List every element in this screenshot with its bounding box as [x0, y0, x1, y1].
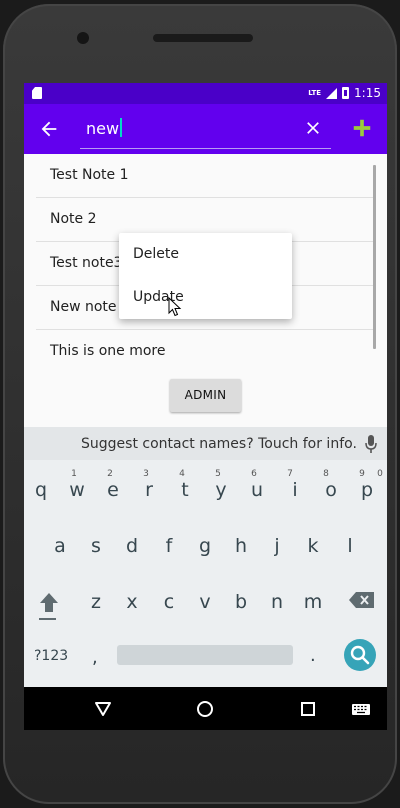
status-icons: LTE 1:15 [308, 86, 381, 100]
note-title: This is one more [50, 343, 166, 359]
key-o[interactable]: o [316, 479, 346, 501]
key-p[interactable]: p [352, 479, 382, 501]
key-k[interactable]: k [298, 535, 328, 557]
key-h[interactable]: h [226, 535, 256, 557]
period-key[interactable]: . [310, 645, 316, 666]
plus-icon[interactable] [351, 117, 373, 139]
key-hint: 6 [251, 469, 257, 479]
earpiece [153, 34, 253, 42]
key-u[interactable]: u [242, 479, 272, 501]
key-hint: 1 [71, 469, 77, 479]
sim-card-icon [32, 87, 42, 99]
shift-indicator [39, 618, 56, 620]
circle-home-icon[interactable] [195, 699, 215, 719]
network-type-label: LTE [308, 88, 322, 97]
status-time: 1:15 [354, 86, 381, 100]
signal-icon [326, 87, 338, 99]
key-d[interactable]: d [117, 535, 147, 557]
shift-icon[interactable] [39, 592, 59, 614]
battery-icon [342, 87, 350, 99]
status-bar: LTE 1:15 [24, 83, 387, 104]
key-t[interactable]: t [170, 479, 200, 501]
key-v[interactable]: v [190, 591, 220, 613]
key-hint: 5 [215, 469, 221, 479]
triangle-back-icon[interactable] [93, 699, 113, 719]
comma-key[interactable]: , [92, 647, 98, 668]
note-title: Test Note 1 [50, 167, 129, 183]
key-e[interactable]: e [98, 479, 128, 501]
key-j[interactable]: j [262, 535, 292, 557]
key-c[interactable]: c [154, 591, 184, 613]
screen: LTE 1:15 new Test Note 1 Note 2 Test not… [24, 83, 387, 730]
menu-item-label: Delete [133, 246, 179, 262]
key-a[interactable]: a [45, 535, 75, 557]
front-camera [77, 32, 89, 44]
note-title: Test note3 [50, 255, 123, 271]
keyboard-icon[interactable] [350, 699, 372, 719]
search-input-value: new [86, 119, 120, 138]
microphone-icon[interactable] [365, 435, 377, 453]
key-hint: 8 [323, 469, 329, 479]
search-icon [350, 645, 370, 665]
suggestion-strip[interactable]: Suggest contact names? Touch for info. [24, 427, 387, 460]
backspace-icon[interactable] [349, 592, 374, 608]
context-menu: Delete Update [119, 233, 292, 319]
arrow-left-icon[interactable] [38, 118, 60, 140]
search-underline [80, 148, 331, 149]
app-bar: new [24, 104, 387, 154]
list-scrollbar[interactable] [373, 165, 376, 349]
menu-item-update[interactable]: Update [119, 276, 292, 319]
key-hint: 7 [287, 469, 293, 479]
square-recents-icon[interactable] [298, 699, 318, 719]
key-r[interactable]: r [134, 479, 164, 501]
text-cursor [120, 118, 123, 137]
suggestion-text: Suggest contact names? Touch for info. [81, 436, 357, 452]
note-title: Note 2 [50, 211, 97, 227]
space-bar[interactable] [117, 645, 293, 665]
key-q[interactable]: q [26, 479, 56, 501]
key-m[interactable]: m [298, 591, 328, 613]
key-hint: 2 [107, 469, 113, 479]
soft-keyboard: Suggest contact names? Touch for info. 1… [24, 427, 387, 687]
search-key[interactable] [344, 639, 376, 671]
search-input[interactable]: new [86, 118, 123, 138]
note-row[interactable]: Test Note 1 [36, 154, 374, 198]
phone-frame: LTE 1:15 new Test Note 1 Note 2 Test not… [3, 4, 397, 804]
symbols-key[interactable]: ?123 [34, 648, 68, 664]
key-i[interactable]: i [280, 479, 310, 501]
close-icon[interactable] [303, 118, 323, 138]
mouse-pointer-icon [168, 297, 182, 317]
key-x[interactable]: x [117, 591, 147, 613]
key-z[interactable]: z [81, 591, 111, 613]
key-y[interactable]: y [206, 479, 236, 501]
key-f[interactable]: f [154, 535, 184, 557]
key-hint: 9 [359, 469, 365, 479]
key-w[interactable]: w [62, 479, 92, 501]
key-n[interactable]: n [262, 591, 292, 613]
menu-item-delete[interactable]: Delete [119, 233, 292, 276]
key-hint: 4 [179, 469, 185, 479]
navigation-bar [24, 687, 387, 730]
key-s[interactable]: s [81, 535, 111, 557]
note-row[interactable]: This is one more [36, 330, 374, 360]
admin-button[interactable]: ADMIN [170, 379, 241, 412]
key-b[interactable]: b [226, 591, 256, 613]
key-l[interactable]: l [335, 535, 365, 557]
key-hint: 3 [143, 469, 149, 479]
key-g[interactable]: g [190, 535, 220, 557]
key-hint: 0 [377, 469, 383, 479]
